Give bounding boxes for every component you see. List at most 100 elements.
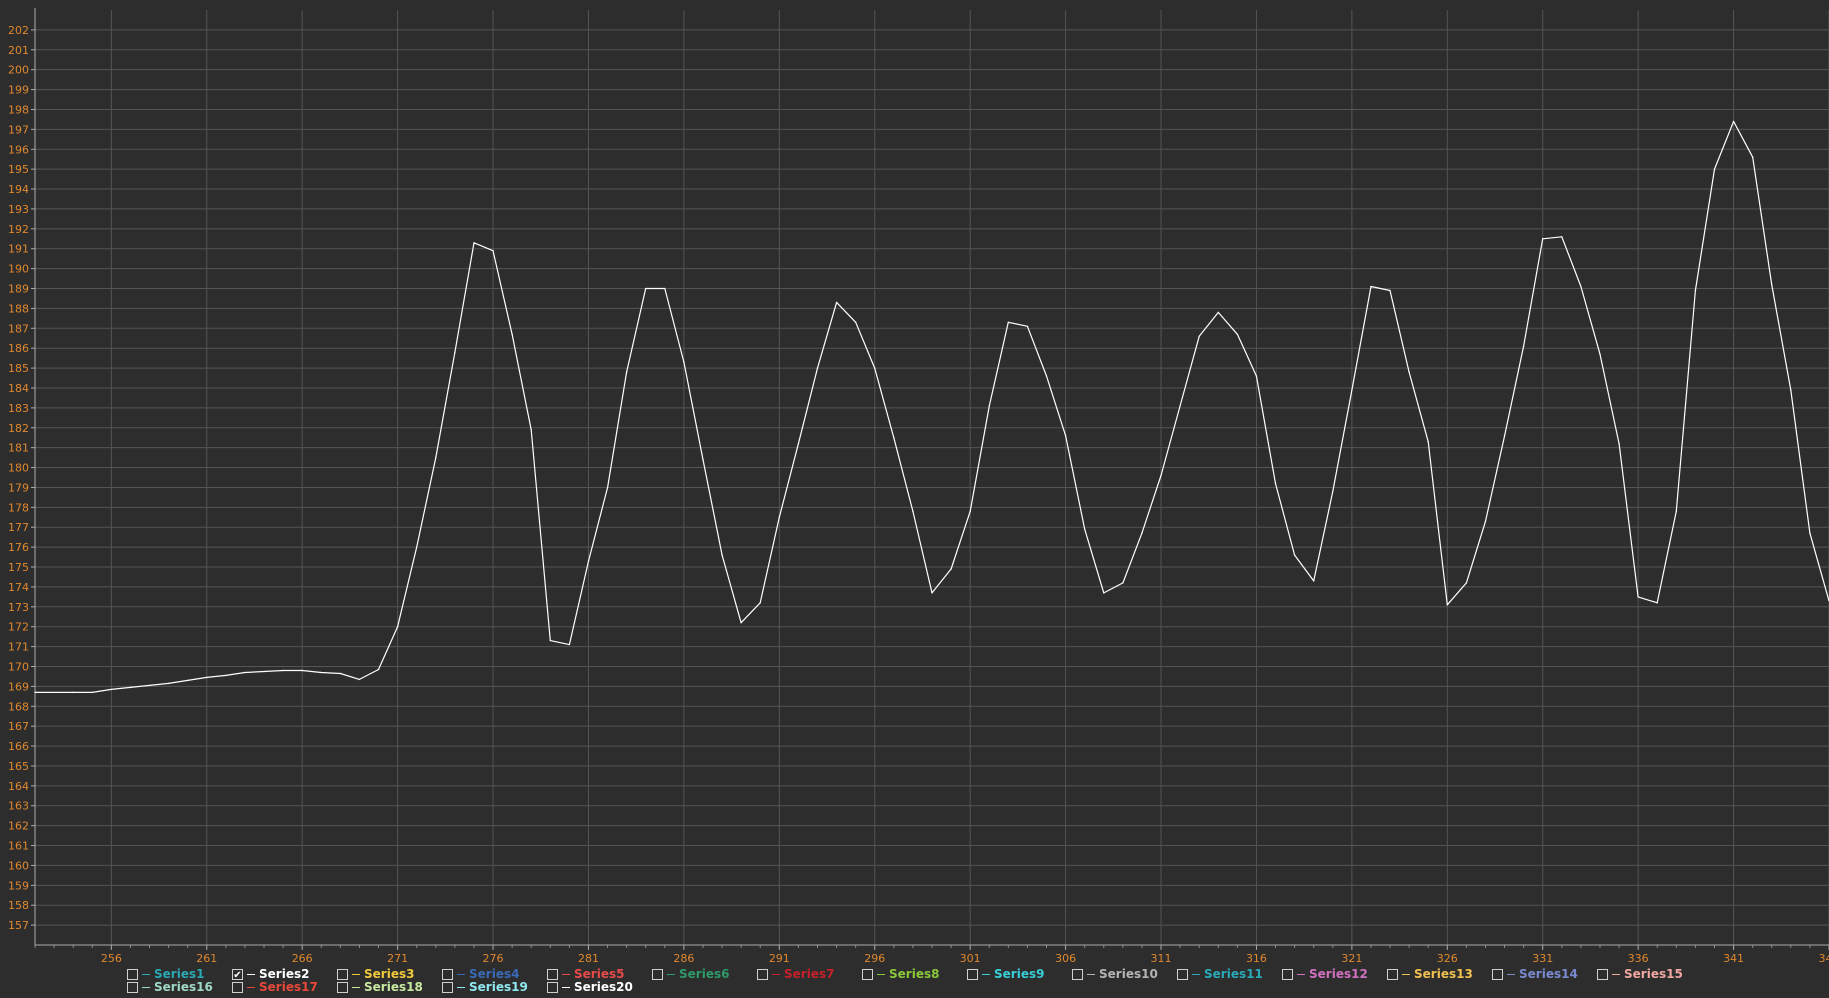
legend-checkbox[interactable] <box>1597 968 1608 980</box>
legend-checkbox[interactable] <box>127 981 138 993</box>
legend-swatch <box>457 973 465 975</box>
data-point <box>1790 389 1792 391</box>
data-point <box>1255 375 1258 377</box>
data-point <box>473 241 475 244</box>
data-point <box>1351 389 1353 391</box>
legend-checkbox[interactable] <box>652 968 663 980</box>
legend-item-series6[interactable]: Series6 <box>652 967 729 981</box>
legend-checkbox[interactable] <box>547 981 558 993</box>
y-tick-label: 188 <box>8 302 29 315</box>
data-point <box>912 510 914 513</box>
y-tick-label: 199 <box>8 84 29 97</box>
legend-swatch <box>142 986 150 988</box>
legend-swatch <box>247 973 255 975</box>
legend-checkbox[interactable] <box>1282 968 1293 980</box>
legend-checkbox[interactable] <box>442 968 453 980</box>
data-point <box>721 554 723 556</box>
y-tick-label: 160 <box>8 859 29 872</box>
legend-checkbox[interactable] <box>757 968 768 980</box>
y-tick-label: 193 <box>8 203 29 216</box>
x-tick-label: 341 <box>1723 952 1744 965</box>
y-tick-label: 191 <box>8 243 29 256</box>
legend-checkbox[interactable] <box>547 968 558 980</box>
data-point <box>1274 482 1277 485</box>
data-point <box>530 428 533 431</box>
legend-item-series7[interactable]: Series7 <box>757 967 834 981</box>
data-point <box>34 691 36 694</box>
x-tick-label: 281 <box>578 952 599 965</box>
legend-item-series2[interactable]: Series2 <box>232 967 309 981</box>
data-point <box>1503 434 1506 437</box>
legend-item-series16[interactable]: Series16 <box>127 980 213 994</box>
legend-label: Series13 <box>1414 967 1473 981</box>
legend-label: Series2 <box>259 967 310 981</box>
legend-swatch <box>1297 973 1305 975</box>
data-point <box>1141 532 1143 535</box>
legend-item-series5[interactable]: Series5 <box>547 967 624 981</box>
data-point <box>702 458 704 461</box>
y-tick-label: 176 <box>8 541 29 554</box>
legend-checkbox[interactable] <box>1177 968 1188 980</box>
data-point <box>873 367 876 369</box>
legend-item-series3[interactable]: Series3 <box>337 967 414 981</box>
legend-item-series18[interactable]: Series18 <box>337 980 423 994</box>
x-tick-label: 296 <box>864 952 885 965</box>
legend-item-series4[interactable]: Series4 <box>442 967 519 981</box>
data-point <box>1618 442 1620 445</box>
legend-item-series1[interactable]: Series1 <box>127 967 204 981</box>
legend-checkbox[interactable] <box>232 981 243 993</box>
legend-item-series11[interactable]: Series11 <box>1177 967 1263 981</box>
legend-item-series13[interactable]: Series13 <box>1387 967 1473 981</box>
legend-checkbox[interactable] <box>127 968 138 980</box>
data-point <box>1045 375 1048 377</box>
legend-checkbox[interactable] <box>967 968 978 980</box>
legend-checkbox[interactable] <box>862 968 873 980</box>
legend-swatch <box>982 973 990 975</box>
data-point <box>549 639 552 642</box>
legend-checkbox[interactable] <box>442 981 453 993</box>
legend-label: Series18 <box>364 980 423 994</box>
legend-checkbox[interactable] <box>1492 968 1503 980</box>
x-tick-label: 316 <box>1246 952 1267 965</box>
legend-label: Series14 <box>1519 967 1578 981</box>
legend-checkbox[interactable] <box>1072 968 1083 980</box>
legend-item-series19[interactable]: Series19 <box>442 980 528 994</box>
data-point <box>1484 520 1487 523</box>
data-point <box>1179 405 1181 407</box>
legend-item-series14[interactable]: Series14 <box>1492 967 1578 981</box>
legend-checkbox[interactable] <box>1387 968 1398 980</box>
data-point <box>1083 528 1086 531</box>
legend-item-series12[interactable]: Series12 <box>1282 967 1368 981</box>
legend-item-series8[interactable]: Series8 <box>862 967 939 981</box>
y-tick-label: 169 <box>8 680 29 693</box>
legend-checkbox[interactable] <box>337 981 348 993</box>
legend-item-series15[interactable]: Series15 <box>1597 967 1683 981</box>
legend-item-series20[interactable]: Series20 <box>547 980 633 994</box>
legend-label: Series8 <box>889 967 940 981</box>
legend-item-series10[interactable]: Series10 <box>1072 967 1158 981</box>
legend-label: Series11 <box>1204 967 1263 981</box>
legend-label: Series1 <box>154 967 205 981</box>
legend-swatch <box>1507 973 1515 975</box>
data-point <box>129 686 132 689</box>
data-point <box>511 333 513 336</box>
data-point <box>797 442 800 445</box>
data-point <box>1160 474 1162 477</box>
legend-swatch <box>457 986 465 988</box>
data-point <box>72 691 74 694</box>
legend-checkbox[interactable] <box>232 968 243 980</box>
legend-swatch <box>1402 973 1410 975</box>
data-point <box>1427 440 1430 443</box>
legend-item-series17[interactable]: Series17 <box>232 980 318 994</box>
legend-label: Series20 <box>574 980 633 994</box>
y-tick-label: 185 <box>8 362 29 375</box>
legend-checkbox[interactable] <box>337 968 348 980</box>
x-tick-label: 306 <box>1055 952 1076 965</box>
legend-label: Series3 <box>364 967 415 981</box>
x-tick-label: 276 <box>483 952 504 965</box>
legend-item-series9[interactable]: Series9 <box>967 967 1044 981</box>
x-tick-label: 326 <box>1437 952 1458 965</box>
legend-swatch <box>142 973 150 975</box>
y-tick-label: 201 <box>8 44 29 57</box>
y-tick-label: 170 <box>8 660 29 673</box>
